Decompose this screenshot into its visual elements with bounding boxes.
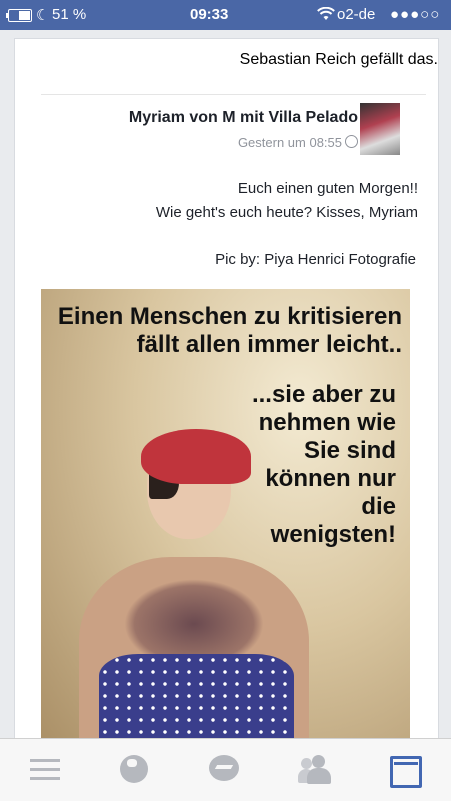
liked-by-text[interactable]: Sebastian Reich gefällt das. [35,51,438,69]
post-message-line: Euch einen guten Morgen!! [237,180,418,197]
post-message: Euch einen guten Morgen!! Wie geht's euc… [156,177,418,225]
carrier-name: o2-de [337,6,376,23]
audience-globe-icon [345,135,358,148]
menu-icon[interactable] [28,753,62,787]
news-feed-icon[interactable] [388,753,422,788]
status-bar: ☾ 51 % 09:33 o2-de ●●●○○ [0,0,451,30]
messenger-icon[interactable] [208,753,242,787]
moon-icon: ☾ [36,7,50,24]
author-avatar[interactable] [360,103,400,155]
post-photo[interactable]: Einen Menschen zu kritisieren fällt alle… [41,289,410,759]
divider [41,94,426,95]
photo-caption-top: Einen Menschen zu kritisieren fällt alle… [57,303,402,358]
bottom-tab-bar [0,738,451,801]
photo-credit: Pic by: Piya Henrici Fotografie [215,251,416,268]
feed-post-card: Sebastian Reich gefällt das. Myriam von … [14,38,439,760]
friends-icon[interactable] [298,753,332,787]
post-message-line: Wie geht's euch heute? Kisses, Myriam [155,204,418,221]
photo-caption-side: ...sie aber zu nehmen wie Sie sind könne… [251,381,396,548]
signal-strength: ●●●○○ [390,6,441,23]
post-timestamp[interactable]: Gestern um 08:55 [238,135,358,150]
clock: 09:33 [190,6,229,23]
battery-icon [6,9,32,22]
battery-percent: 51 % [52,6,87,23]
globe-icon[interactable] [118,753,152,787]
post-author[interactable]: Myriam von M mit Villa Pelado [129,109,358,127]
wifi-icon [317,7,335,20]
